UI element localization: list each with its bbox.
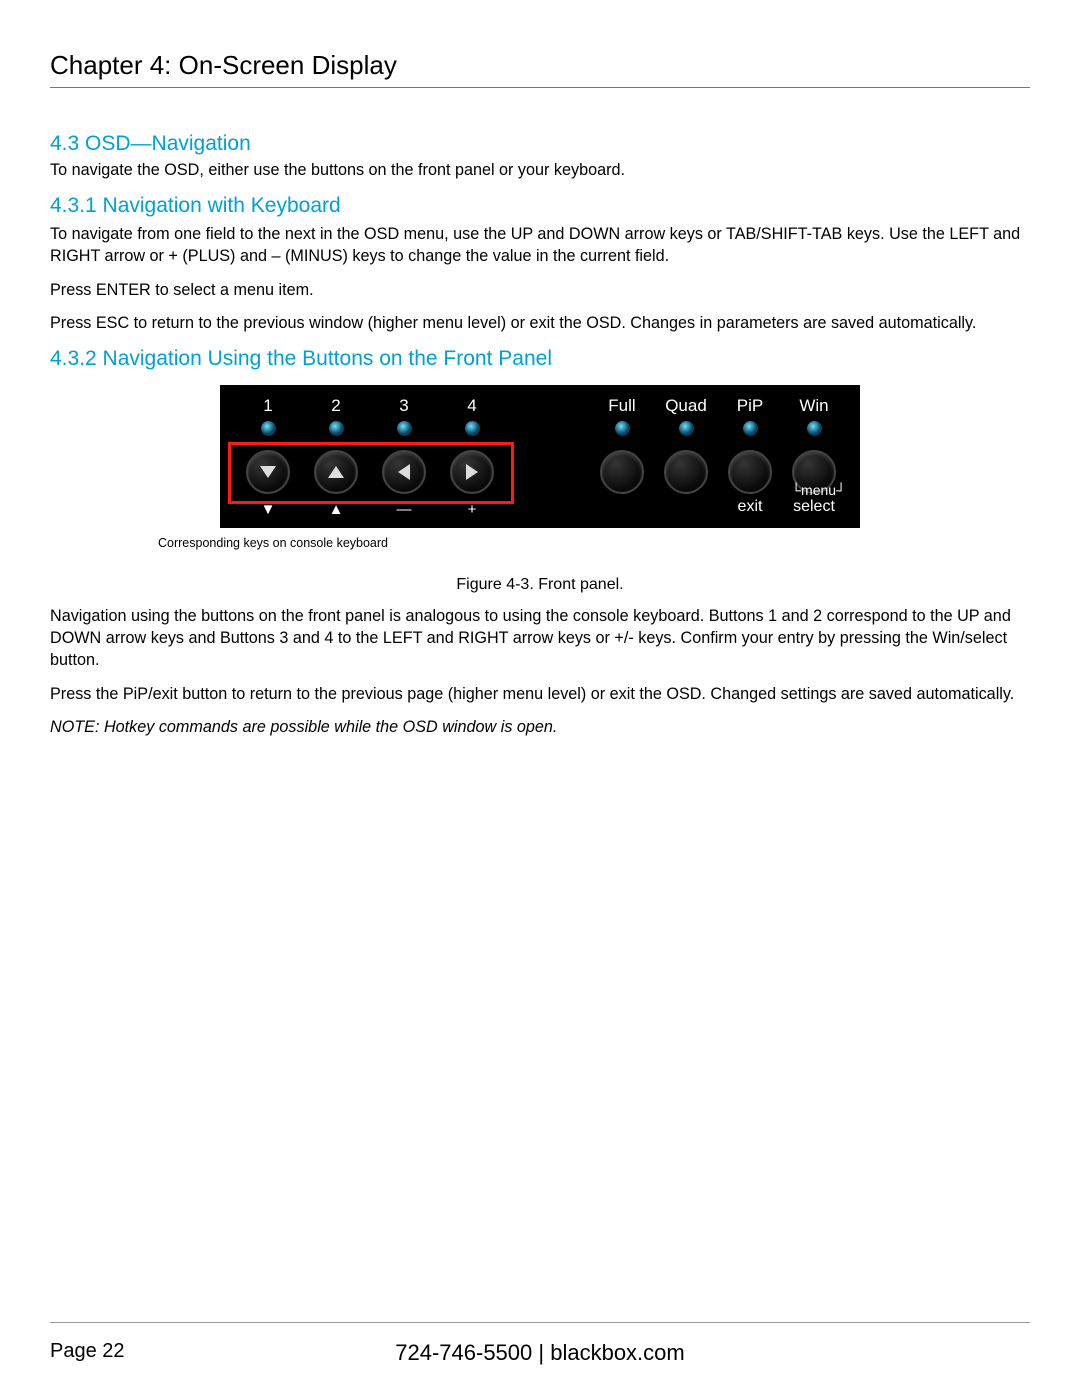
- heading-4-3: 4.3 OSD—Navigation: [50, 132, 1030, 156]
- heading-4-3-2: 4.3.2 Navigation Using the Buttons on th…: [50, 347, 1030, 371]
- chapter-title: Chapter 4: On-Screen Display: [50, 50, 1030, 88]
- panel-button: [728, 450, 772, 494]
- panel-label-win: Win: [782, 395, 846, 417]
- symbol-minus: —: [370, 498, 438, 522]
- led-icon: [679, 421, 694, 436]
- arrow-right-icon: [450, 450, 494, 494]
- panel-label-pip: PiP: [718, 395, 782, 417]
- corresponding-caption: Corresponding keys on console keyboard: [158, 536, 1030, 550]
- front-panel-image: 1 2 3 4 Full Quad PiP Win: [220, 385, 860, 528]
- panel-button: [600, 450, 644, 494]
- figure-caption: Figure 4-3. Front panel.: [50, 576, 1030, 594]
- panel-label-4: 4: [438, 395, 506, 417]
- para-4-3-intro: To navigate the OSD, either use the butt…: [50, 160, 1030, 182]
- symbol-up: ▲: [302, 498, 370, 522]
- led-icon: [397, 421, 412, 436]
- note-hotkey: NOTE: Hotkey commands are possible while…: [50, 718, 1030, 737]
- panel-label-2: 2: [302, 395, 370, 417]
- symbol-down: ▼: [234, 498, 302, 522]
- panel-label-3: 3: [370, 395, 438, 417]
- footer-contact: 724-746-5500 | blackbox.com: [50, 1340, 1030, 1366]
- footer-rule: [50, 1322, 1030, 1323]
- panel-menu-label: └menu┘: [791, 482, 846, 498]
- arrow-left-icon: [382, 450, 426, 494]
- panel-select-label: select: [782, 498, 846, 516]
- para-4-3-1-a: To navigate from one field to the next i…: [50, 224, 1030, 268]
- para-4-3-1-b: Press ENTER to select a menu item.: [50, 280, 1030, 302]
- arrow-down-icon: [246, 450, 290, 494]
- para-4-3-2-a: Navigation using the buttons on the fron…: [50, 606, 1030, 672]
- panel-button: [664, 450, 708, 494]
- led-icon: [329, 421, 344, 436]
- para-4-3-2-b: Press the PiP/exit button to return to t…: [50, 684, 1030, 706]
- panel-exit-label: exit: [718, 498, 782, 516]
- panel-label-quad: Quad: [654, 395, 718, 417]
- panel-label-1: 1: [234, 395, 302, 417]
- led-icon: [465, 421, 480, 436]
- panel-label-full: Full: [590, 395, 654, 417]
- symbol-plus: +: [438, 498, 506, 522]
- led-icon: [615, 421, 630, 436]
- led-icon: [807, 421, 822, 436]
- led-icon: [261, 421, 276, 436]
- heading-4-3-1: 4.3.1 Navigation with Keyboard: [50, 194, 1030, 218]
- para-4-3-1-c: Press ESC to return to the previous wind…: [50, 313, 1030, 335]
- arrow-up-icon: [314, 450, 358, 494]
- led-icon: [743, 421, 758, 436]
